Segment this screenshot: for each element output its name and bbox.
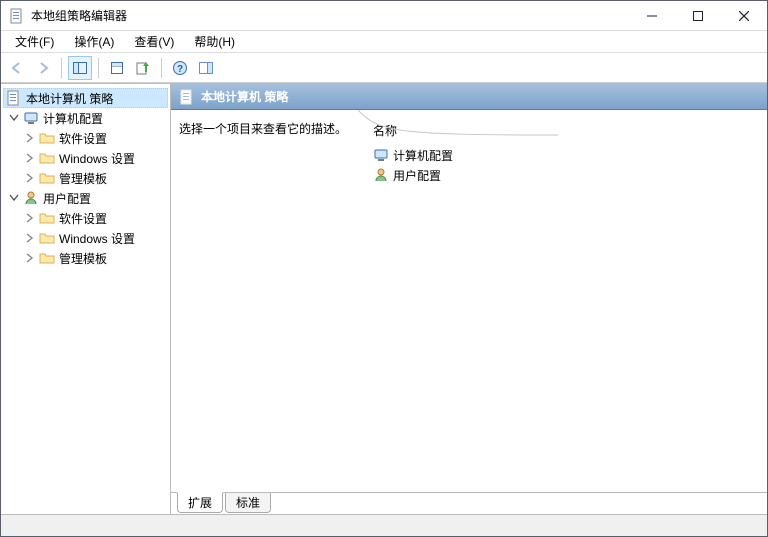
svg-text:?: ? [177, 64, 183, 75]
toolbar: ? [1, 53, 767, 83]
nav-back-button[interactable] [5, 56, 29, 80]
show-hide-action-pane-button[interactable] [194, 56, 218, 80]
detail-pane: 本地计算机 策略 选择一个项目来查看它的描述。 名称 计算机配置 [171, 84, 767, 514]
column-header-name[interactable]: 名称 [369, 120, 759, 141]
tree-windows-settings-user[interactable]: Windows 设置 [3, 228, 168, 248]
tree-computer-config[interactable]: 计算机配置 [3, 108, 168, 128]
window-title: 本地组策略编辑器 [31, 7, 629, 24]
detail-tabs: 扩展 标准 [171, 492, 767, 514]
folder-icon [39, 130, 55, 146]
chevron-right-icon[interactable] [23, 251, 37, 265]
description-area: 选择一个项目来查看它的描述。 [179, 120, 369, 484]
list-item-label: 计算机配置 [393, 147, 453, 164]
detail-header-title: 本地计算机 策略 [201, 88, 288, 105]
export-list-button[interactable] [131, 56, 155, 80]
menu-action[interactable]: 操作(A) [66, 31, 122, 52]
tree-node-label: 软件设置 [59, 210, 107, 227]
tree-windows-settings[interactable]: Windows 设置 [3, 148, 168, 168]
properties-button[interactable] [105, 56, 129, 80]
tree-admin-templates-user[interactable]: 管理模板 [3, 248, 168, 268]
description-prompt: 选择一个项目来查看它的描述。 [179, 122, 347, 136]
folder-icon [39, 210, 55, 226]
chevron-right-icon[interactable] [23, 131, 37, 145]
titlebar: 本地组策略编辑器 [1, 1, 767, 31]
tree-node-label: 本地计算机 策略 [26, 90, 113, 107]
tab-standard[interactable]: 标准 [225, 493, 271, 513]
folder-icon [39, 170, 55, 186]
tree-node-label: Windows 设置 [59, 230, 135, 247]
close-button[interactable] [721, 1, 767, 31]
menu-file[interactable]: 文件(F) [7, 31, 62, 52]
menu-view[interactable]: 查看(V) [126, 31, 182, 52]
computer-icon [373, 147, 389, 163]
chevron-down-icon[interactable] [7, 191, 21, 205]
list-item-label: 用户配置 [393, 167, 441, 184]
main-window: 本地组策略编辑器 文件(F) 操作(A) 查看(V) 帮助(H) [0, 0, 768, 537]
detail-list: 名称 计算机配置 用户配置 [369, 120, 759, 484]
user-icon [23, 190, 39, 206]
user-icon [373, 167, 389, 183]
tree-root-node[interactable]: 本地计算机 策略 [3, 88, 168, 108]
tree-node-label: Windows 设置 [59, 150, 135, 167]
list-item-user-config[interactable]: 用户配置 [369, 165, 759, 185]
statusbar [1, 514, 767, 536]
tree-software-settings-user[interactable]: 软件设置 [3, 208, 168, 228]
tree-node-label: 管理模板 [59, 250, 107, 267]
menu-help[interactable]: 帮助(H) [186, 31, 243, 52]
toolbar-separator [98, 58, 99, 78]
tree-software-settings[interactable]: 软件设置 [3, 128, 168, 148]
computer-icon [23, 110, 39, 126]
tree-admin-templates[interactable]: 管理模板 [3, 168, 168, 188]
folder-icon [39, 250, 55, 266]
tree-node-label: 计算机配置 [43, 110, 103, 127]
chevron-right-icon[interactable] [23, 231, 37, 245]
window-controls [629, 1, 767, 31]
folder-icon [39, 150, 55, 166]
tree-node-label: 用户配置 [43, 190, 91, 207]
policy-document-icon [9, 8, 25, 24]
tree-node-label: 软件设置 [59, 130, 107, 147]
content-area: 本地计算机 策略 计算机配置 [1, 83, 767, 514]
tree-pane[interactable]: 本地计算机 策略 计算机配置 [1, 84, 171, 514]
policy-document-icon [179, 89, 195, 105]
chevron-down-icon[interactable] [7, 111, 21, 125]
nav-forward-button[interactable] [31, 56, 55, 80]
detail-body: 选择一个项目来查看它的描述。 名称 计算机配置 用户配置 [171, 110, 767, 492]
help-button[interactable]: ? [168, 56, 192, 80]
folder-icon [39, 230, 55, 246]
chevron-right-icon[interactable] [23, 151, 37, 165]
chevron-right-icon[interactable] [23, 171, 37, 185]
chevron-right-icon[interactable] [23, 211, 37, 225]
tab-extended[interactable]: 扩展 [177, 492, 223, 513]
detail-header: 本地计算机 策略 [171, 84, 767, 110]
show-hide-tree-button[interactable] [68, 56, 92, 80]
tree-user-config[interactable]: 用户配置 [3, 188, 168, 208]
minimize-button[interactable] [629, 1, 675, 31]
toolbar-separator [161, 58, 162, 78]
tree-node-label: 管理模板 [59, 170, 107, 187]
toolbar-separator [61, 58, 62, 78]
menubar: 文件(F) 操作(A) 查看(V) 帮助(H) [1, 31, 767, 53]
policy-document-icon [6, 90, 22, 106]
maximize-button[interactable] [675, 1, 721, 31]
list-item-computer-config[interactable]: 计算机配置 [369, 145, 759, 165]
